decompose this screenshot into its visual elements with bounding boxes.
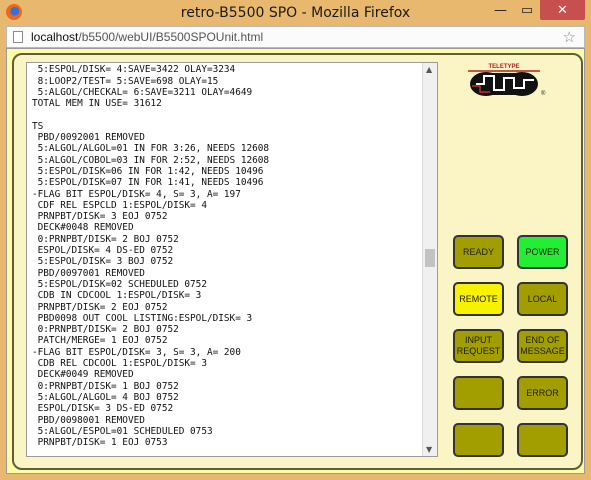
paper-line: DECK#0048 REMOVED xyxy=(32,222,134,234)
paper-line: CDB IN CDCOOL 1:ESPOL/DISK= 3 xyxy=(32,290,202,302)
paper-line: 5:ESPOL/DISK= 4:SAVE=3422 OLAY=3234 xyxy=(32,64,236,76)
paper-line xyxy=(32,109,424,120)
blank-button-2[interactable] xyxy=(453,423,504,457)
page-icon xyxy=(13,31,23,43)
paper-line: 5:ESPOL/DISK=07 IN FOR 1:41, NEEDS 10496 xyxy=(32,177,264,189)
window-titlebar: retro-B5500 SPO - Mozilla Firefox — ▭ ✕ xyxy=(0,0,591,26)
blank-button-3[interactable] xyxy=(517,423,568,457)
paper-line: TS xyxy=(32,120,44,132)
error-button[interactable]: ERROR xyxy=(517,376,568,410)
paper-line: PBD/0097001 REMOVED xyxy=(32,267,145,279)
remote-button[interactable]: REMOTE xyxy=(453,282,504,316)
paper-line: PBD/0098001 REMOVED xyxy=(32,414,145,426)
url-path: /b5500/webUI/B5500SPOUnit.html xyxy=(78,30,264,44)
paper-scrollbar[interactable]: ▲ ▼ xyxy=(422,63,437,456)
logo-wordmark: TELETYPE xyxy=(488,64,519,70)
maximize-icon[interactable]: ▭ xyxy=(514,0,540,20)
paper-line: CDB REL CDCOOL 1:ESPOL/DISK= 3 xyxy=(32,358,207,370)
paper-line: DECK#0049 REMOVED xyxy=(32,369,134,381)
paper-line: 0:PRNPBT/DISK= 2 BOJ 0752 xyxy=(32,233,179,245)
local-button[interactable]: LOCAL xyxy=(517,282,568,316)
paper-line: 8:LOOP2/TEST= 5:SAVE=698 OLAY=15 xyxy=(32,75,219,87)
blank-button-1[interactable] xyxy=(453,376,504,410)
paper-line: 5:ALGOL/ESPOL=01 SCHEDULED 0753 xyxy=(32,425,213,437)
scroll-up-icon[interactable]: ▲ xyxy=(426,65,432,74)
minimize-icon[interactable]: — xyxy=(487,0,514,20)
paper-line: 5:ALGOL/COBOL=03 IN FOR 2:52, NEEDS 1260… xyxy=(32,154,270,166)
paper-line: 5:ALGOL/CHECKAL= 6:SAVE=3211 OLAY=4649 xyxy=(32,86,253,98)
scroll-thumb[interactable] xyxy=(425,249,435,267)
scroll-down-icon[interactable]: ▼ xyxy=(426,445,432,454)
registered-mark: ® xyxy=(541,90,546,97)
close-icon[interactable]: ✕ xyxy=(540,0,585,20)
end-of-message-button[interactable]: END OF MESSAGE xyxy=(517,329,568,363)
power-button[interactable]: POWER xyxy=(517,235,568,269)
paper-line: PRNPBT/DISK= 2 EOJ 0752 xyxy=(32,301,168,313)
paper-line: 5:ESPOL/DISK=02 SCHEDULED 0752 xyxy=(32,278,207,290)
teletype-logo: TELETYPE ® xyxy=(468,64,546,97)
spo-paper-output[interactable]: 5:ESPOL/DISK= 5:SAVE=698 OLAY=4 5:ESPOL/… xyxy=(26,62,438,457)
paper-line: ESPOL/DISK= 4 DS-ED 0752 xyxy=(32,245,174,257)
url-text[interactable]: localhost/b5500/webUI/B5500SPOUnit.html xyxy=(31,30,263,44)
paper-line: -FLAG BIT ESPOL/DISK= 3, S= 3, A= 200 xyxy=(32,346,241,358)
paper-line: -FLAG BIT ESPOL/DISK= 4, S= 3, A= 197 xyxy=(32,188,241,200)
paper-line: 0:PRNPBT/DISK= 1 BOJ 0752 xyxy=(32,380,179,392)
bookmark-star-icon[interactable]: ☆ xyxy=(563,28,576,46)
paper-line: 5:ESPOL/DISK= 3 BOJ 0752 xyxy=(32,256,174,268)
paper-line: ESPOL/DISK= 3 DS-ED 0752 xyxy=(32,403,174,415)
paper-line: TOTAL MEM IN USE= 31612 xyxy=(32,98,162,110)
paper-line: 0:PRNPBT/DISK= 2 BOJ 0752 xyxy=(32,324,179,336)
input-request-button[interactable]: INPUT REQUEST xyxy=(453,329,504,363)
paper-line: 5:ALGOL/ALGOL=01 IN FOR 3:26, NEEDS 1260… xyxy=(32,143,270,155)
paper-line: PBD/0092001 REMOVED xyxy=(32,132,145,144)
paper-line: PRNPBT/DISK= 3 EOJ 0752 xyxy=(32,211,168,223)
paper-line: PRNPBT/DISK= 1 EOJ 0753 xyxy=(32,437,168,449)
ready-button[interactable]: READY xyxy=(453,235,504,269)
paper-line: PBD0098 OUT COOL LISTING:ESPOL/DISK= 3 xyxy=(32,312,253,324)
paper-line: CDF REL ESPCLD 1:ESPOL/DISK= 4 xyxy=(32,199,207,211)
address-bar[interactable]: localhost/b5500/webUI/B5500SPOUnit.html … xyxy=(6,26,585,48)
paper-line: PATCH/MERGE= 1 EOJ 0752 xyxy=(32,335,168,347)
paper-line: 5:ALGOL/ALGOL= 4 BOJ 0752 xyxy=(32,391,179,403)
url-host: localhost xyxy=(31,30,79,44)
paper-line: 5:ESPOL/DISK=06 IN FOR 1:42, NEEDS 10496 xyxy=(32,165,264,177)
paper-text: 5:ESPOL/DISK= 5:SAVE=698 OLAY=4 5:ESPOL/… xyxy=(32,63,424,449)
